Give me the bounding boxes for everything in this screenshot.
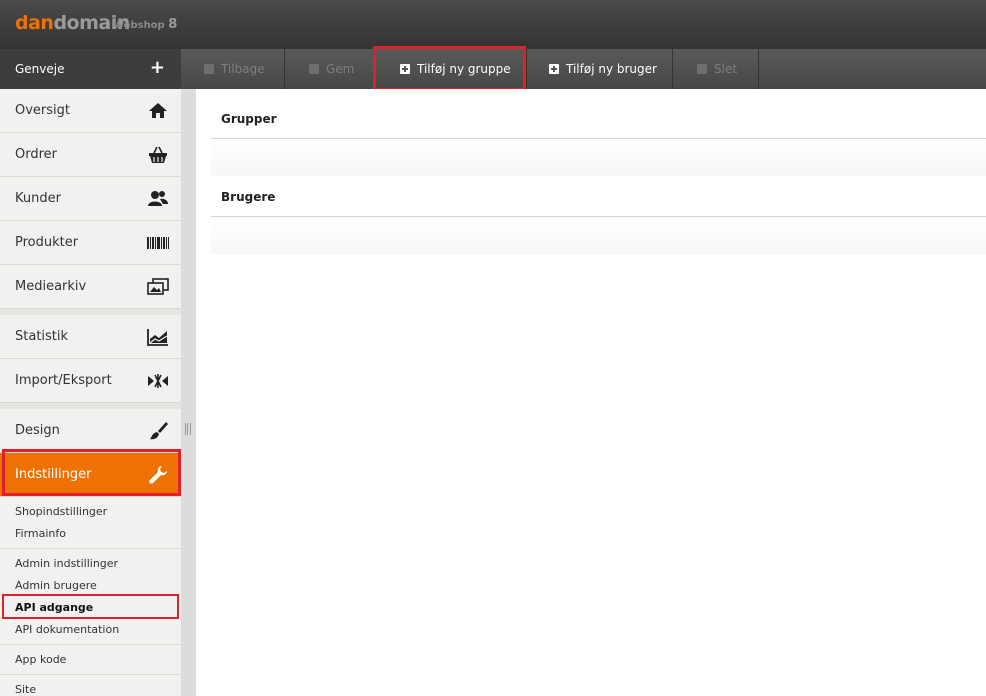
- add-icon: [400, 64, 410, 74]
- sub-item-site[interactable]: Site: [0, 679, 181, 696]
- splitter-grip-icon[interactable]: [185, 423, 191, 435]
- sidebar-item-design[interactable]: Design: [0, 409, 181, 453]
- sub-menu-app: App kode: [0, 645, 181, 675]
- sidebar-item-statistik[interactable]: Statistik: [0, 315, 181, 359]
- add-group-button[interactable]: Tilføj ny gruppe: [374, 49, 527, 89]
- sidebar-item-mediearkiv[interactable]: Mediearkiv: [0, 265, 181, 309]
- sidebar-item-label: Import/Eksport: [15, 373, 112, 388]
- sub-item-admin-indstillinger[interactable]: Admin indstillinger: [0, 553, 181, 575]
- sub-item-firmainfo[interactable]: Firmainfo: [0, 523, 181, 545]
- back-icon: [204, 64, 214, 74]
- groups-section-header: Grupper: [211, 89, 986, 139]
- sidebar: Genveje + Oversigt Ordrer Kunder Produkt…: [0, 49, 181, 696]
- sidebar-item-ordrer[interactable]: Ordrer: [0, 133, 181, 177]
- save-button[interactable]: Gem: [285, 49, 374, 89]
- sub-item-app-kode[interactable]: App kode: [0, 649, 181, 671]
- users-title: Brugere: [221, 190, 276, 204]
- sidebar-item-indstillinger[interactable]: Indstillinger: [0, 453, 181, 497]
- add-user-label: Tilføj ny bruger: [566, 62, 657, 76]
- users-icon: [147, 188, 169, 210]
- sidebar-item-label: Mediearkiv: [15, 279, 87, 294]
- sub-item-shopindstillinger[interactable]: Shopindstillinger: [0, 501, 181, 523]
- action-toolbar: Tilbage Gem Tilføj ny gruppe Tilføj ny b…: [181, 49, 986, 89]
- users-list: [211, 218, 986, 254]
- sidebar-item-label: Ordrer: [15, 147, 58, 162]
- add-icon: [549, 64, 559, 74]
- trash-icon: [697, 64, 707, 74]
- sub-item-api-dokumentation[interactable]: API dokumentation: [0, 619, 181, 641]
- sidebar-item-kunder[interactable]: Kunder: [0, 177, 181, 221]
- home-icon: [147, 100, 169, 122]
- sidebar-item-label: Oversigt: [15, 103, 71, 118]
- sub-item-api-adgange[interactable]: API adgange: [0, 597, 181, 619]
- product-label: Webshop: [113, 20, 165, 31]
- sub-menu-site: Site: [0, 675, 181, 696]
- sidebar-item-import-eksport[interactable]: Import/Eksport: [0, 359, 181, 403]
- add-user-button[interactable]: Tilføj ny bruger: [527, 49, 673, 89]
- add-group-label: Tilføj ny gruppe: [417, 62, 511, 76]
- save-label: Gem: [326, 62, 355, 76]
- sidebar-item-produkter[interactable]: Produkter: [0, 221, 181, 265]
- add-shortcut-icon[interactable]: +: [150, 57, 165, 78]
- back-button[interactable]: Tilbage: [181, 49, 285, 89]
- chart-icon: [147, 326, 169, 348]
- sidebar-item-label: Design: [15, 423, 60, 438]
- sub-menu-shop: Shopindstillinger Firmainfo: [0, 497, 181, 549]
- groups-title: Grupper: [221, 112, 277, 126]
- product-version: 8: [168, 17, 178, 32]
- shortcuts-header[interactable]: Genveje +: [0, 49, 181, 89]
- images-icon: [147, 276, 169, 298]
- product-name: Webshop 8: [113, 17, 177, 32]
- brush-icon: [147, 420, 169, 442]
- top-header: dandomain Webshop 8: [0, 0, 986, 49]
- delete-label: Slet: [714, 62, 738, 76]
- save-icon: [309, 64, 319, 74]
- main-content: Grupper Brugere: [196, 89, 986, 696]
- sidebar-item-oversigt[interactable]: Oversigt: [0, 89, 181, 133]
- sidebar-item-label: Kunder: [15, 191, 61, 206]
- sub-item-admin-brugere[interactable]: Admin brugere: [0, 575, 181, 597]
- barcode-icon: [147, 232, 169, 254]
- sidebar-item-label: Produkter: [15, 235, 79, 250]
- wrench-icon: [147, 464, 169, 486]
- back-label: Tilbage: [221, 62, 265, 76]
- basket-icon: [147, 144, 169, 166]
- delete-button[interactable]: Slet: [673, 49, 759, 89]
- users-section-header: Brugere: [211, 167, 986, 217]
- import-export-icon: [147, 370, 169, 392]
- sidebar-splitter[interactable]: [181, 89, 196, 696]
- sidebar-item-label: Statistik: [15, 329, 69, 344]
- shortcuts-label: Genveje: [15, 62, 65, 76]
- sub-menu-admin: Admin indstillinger Admin brugere API ad…: [0, 549, 181, 645]
- logo-text-dan: dan: [15, 12, 54, 34]
- sidebar-item-label: Indstillinger: [15, 467, 92, 482]
